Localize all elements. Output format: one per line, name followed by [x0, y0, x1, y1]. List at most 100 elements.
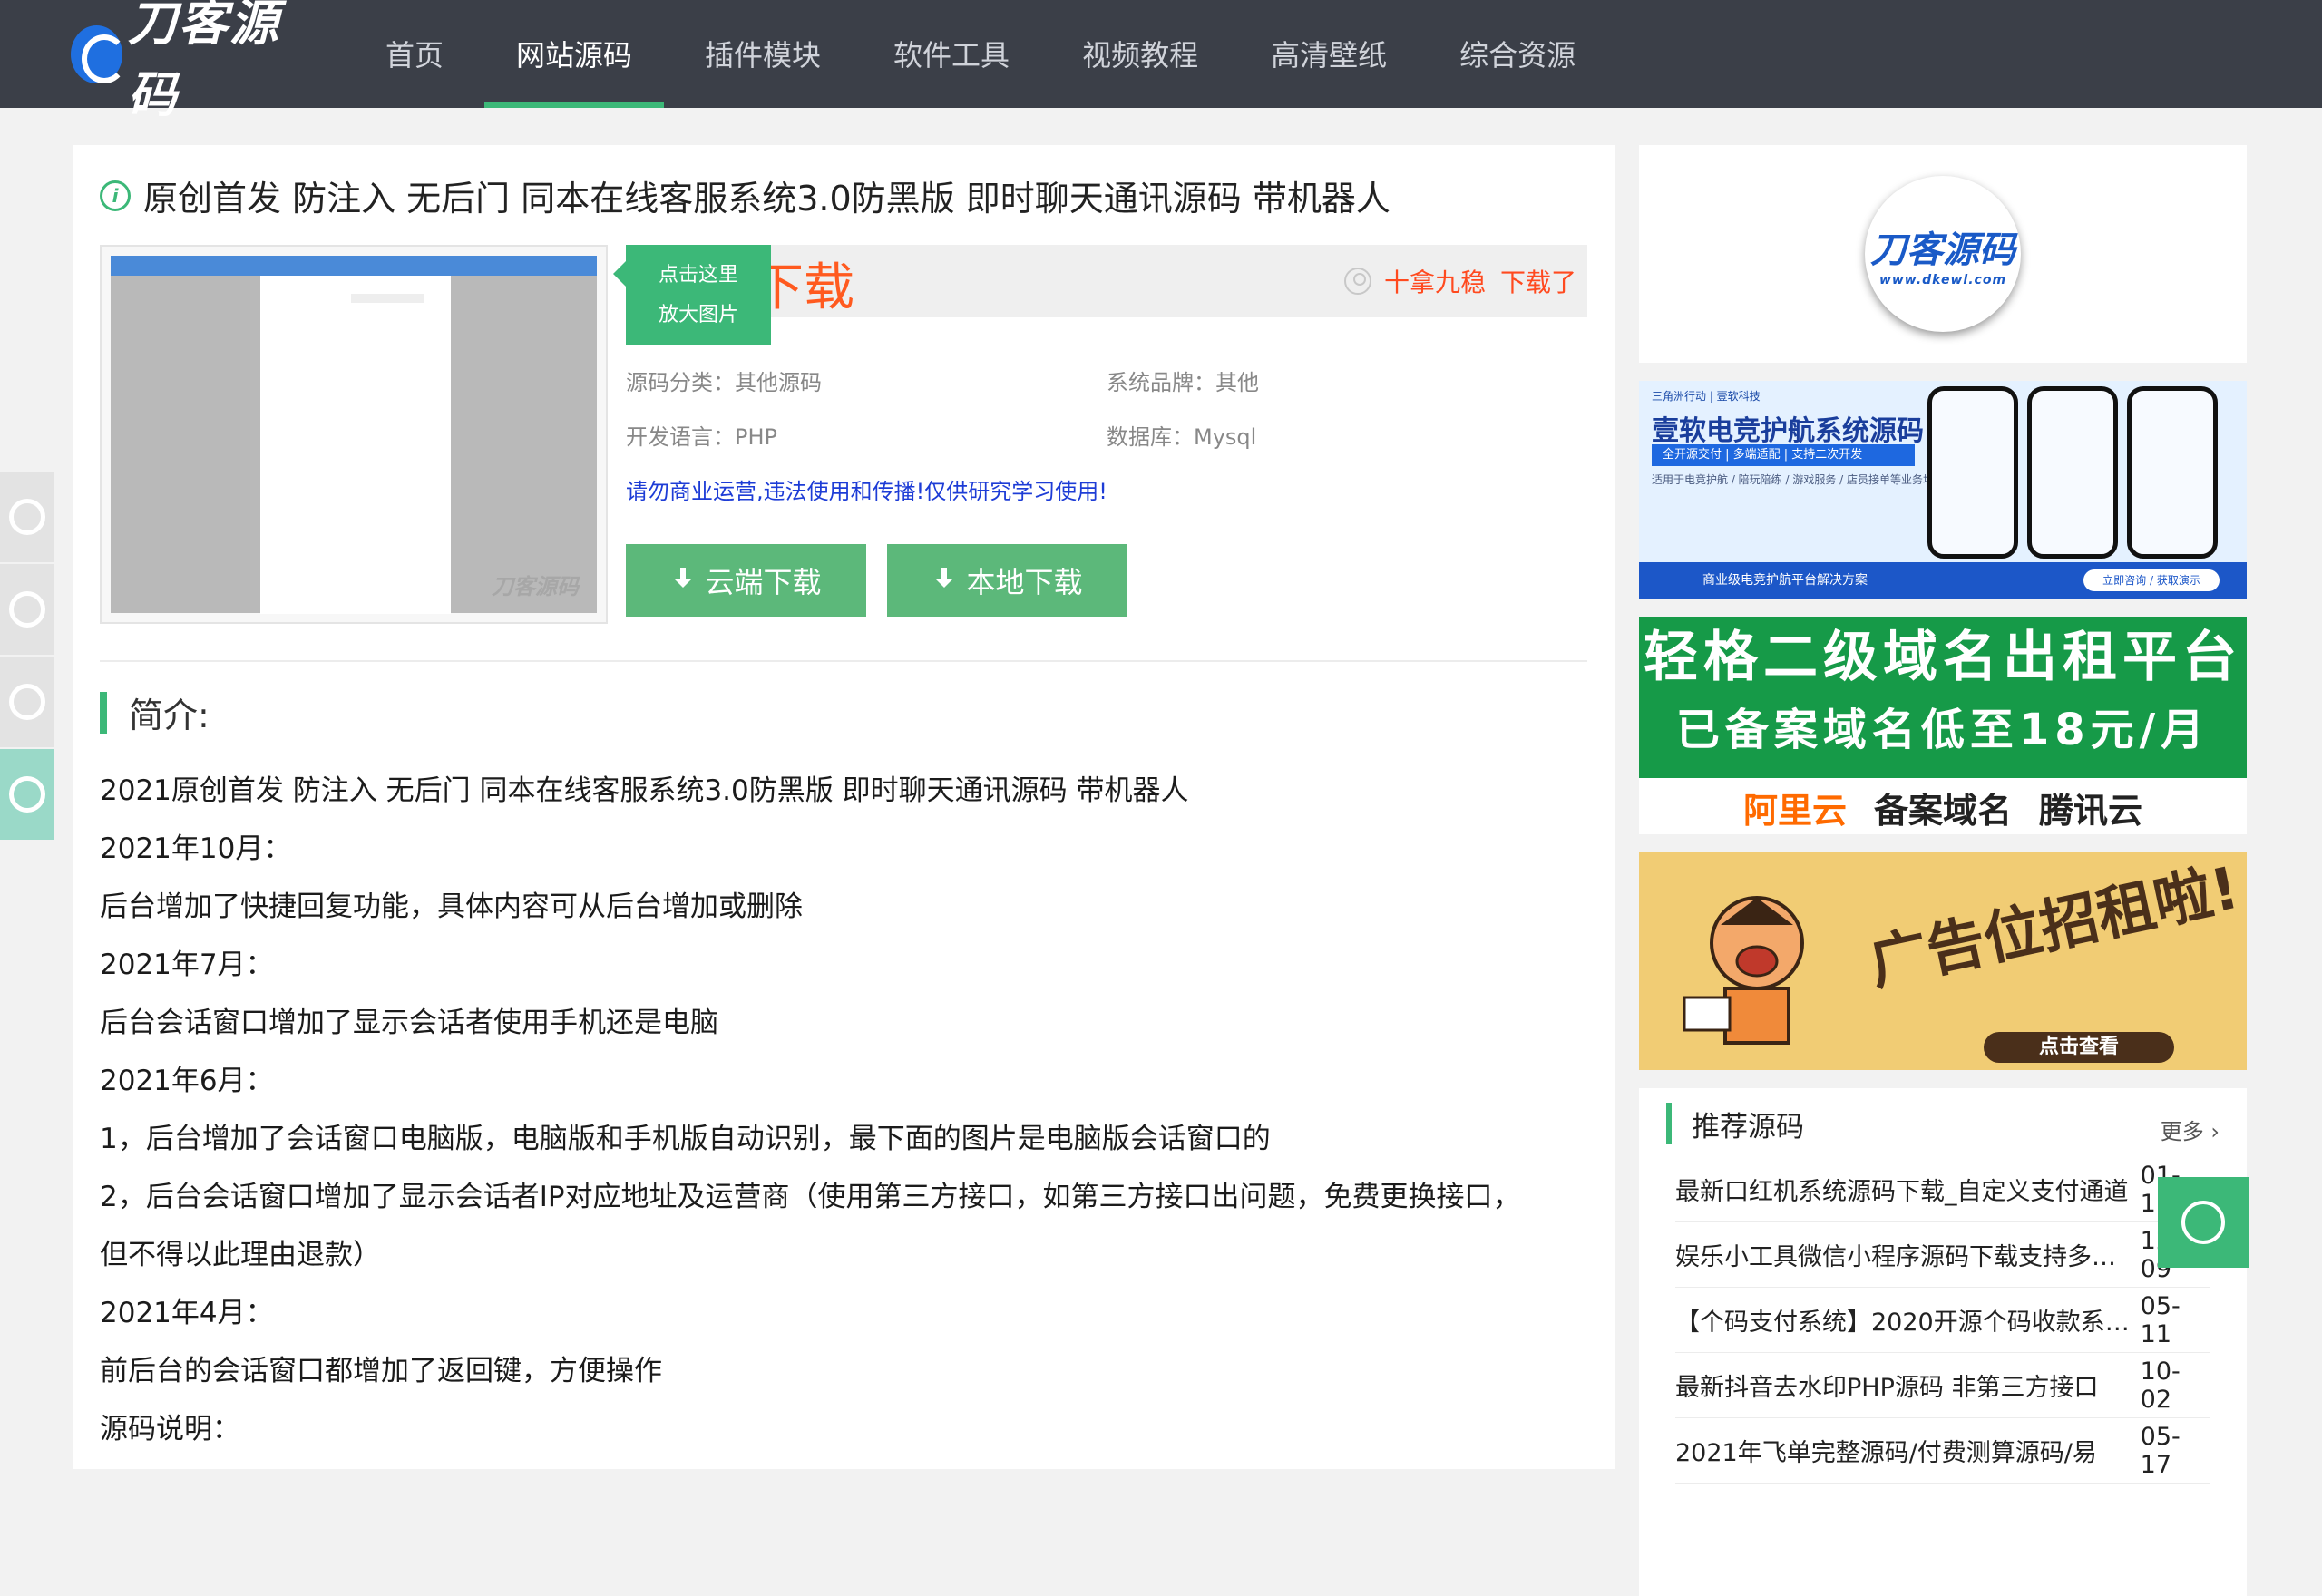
beian-text: 备案域名 [1873, 790, 2012, 831]
ad3-text: 广告位招租啦! [1864, 854, 2245, 999]
ad1-top-text: 三角洲行动 | 壹软科技 [1652, 390, 1761, 403]
logo-mark-icon [71, 25, 127, 83]
body-line: 2021原创首发 防注入 无后门 同本在线客服系统3.0防黑版 即时聊天通讯源码… [100, 774, 1189, 807]
ad2-brands: 阿里云 备案域名 腾讯云 [1639, 780, 2247, 834]
chat-icon [2181, 1201, 2225, 1244]
nav-item-home[interactable]: 首页 [354, 0, 475, 108]
recommended-heading: 推荐源码 [1666, 1103, 1804, 1144]
intro-title: 简介: [129, 696, 210, 735]
nav-item-video[interactable]: 视频教程 [1050, 0, 1230, 108]
preview-chat-panel [260, 276, 451, 614]
article-title: 原创首发 防注入 无后门 同本在线客服系统3.0防黑版 即时聊天通讯源码 带机器… [143, 179, 1390, 219]
meta-brand-label: 系统品牌： [1107, 370, 1215, 395]
article-panel: i 原创首发 防注入 无后门 同本在线客服系统3.0防黑版 即时聊天通讯源码 带… [73, 145, 1615, 1469]
recommended-item-title: 【个码支付系统】2020开源个码收款系统源码 [1675, 1309, 2132, 1337]
online-chat-button[interactable] [2158, 1177, 2249, 1268]
cloud-download-label: 云端下载 [705, 565, 822, 599]
preview-chat-bubble [351, 294, 424, 303]
zoom-tip-line1: 点击这里 [658, 264, 738, 287]
cartoon-figure-image [1683, 896, 1804, 1045]
section-accent-bar [100, 691, 107, 734]
nav-item-software[interactable]: 软件工具 [862, 0, 1041, 108]
recommended-item-date: 05-11 [2140, 1291, 2181, 1348]
intro-heading: 简介: [100, 687, 210, 737]
recommended-item-date: 10-02 [2140, 1357, 2181, 1414]
recommended-item[interactable]: 娱乐小工具微信小程序源码下载支持多种流量主12-09 [1675, 1222, 2210, 1288]
body-line: 后台会话窗口增加了显示会话者使用手机还是电脑 [100, 1007, 718, 1039]
qq-share-button[interactable] [0, 564, 54, 655]
recommended-item[interactable]: 【个码支付系统】2020开源个码收款系统源码 05-11 [1675, 1288, 2210, 1353]
ad-space-for-rent[interactable]: 广告位招租啦! 点击查看 [1639, 852, 2247, 1070]
main-nav: 首页 网站源码 插件模块 软件工具 视频教程 高清壁纸 综合资源 [354, 0, 1616, 108]
body-line: 后台增加了快捷回复功能，具体内容可从后台增加或删除 [100, 890, 803, 923]
wechat-icon [9, 776, 45, 813]
download-icon [670, 568, 696, 593]
usage-warning: 请勿商业运营,违法使用和传播!仅供研究学习使用! [626, 479, 1107, 504]
body-line: 但不得以此理由退款） [100, 1239, 381, 1271]
weibo-share-button[interactable] [0, 472, 54, 562]
local-download-label: 本地下载 [966, 565, 1083, 599]
article-title-row: i 原创首发 防注入 无后门 同本在线客服系统3.0防黑版 即时聊天通讯源码 带… [100, 170, 1390, 220]
weibo-icon [9, 499, 45, 535]
badge-title: 刀客源码 [1870, 229, 2015, 271]
body-line: 源码说明： [100, 1413, 240, 1445]
recommended-title: 推荐源码 [1692, 1110, 1804, 1143]
recent-download-user[interactable]: 十拿九稳 [1384, 263, 1486, 299]
recommended-item[interactable]: 最新抖音去水印PHP源码 非第三方接口 10-02 [1675, 1353, 2210, 1418]
ad-domain-rental[interactable]: 轻格二级域名出租平台 已备案域名低至18元/月 阿里云 备案域名 腾讯云 [1639, 617, 2247, 834]
recommended-item-title: 娱乐小工具微信小程序源码下载支持多种流量主 [1675, 1243, 2132, 1271]
ad-esports-system[interactable]: 三角洲行动 | 壹软科技 壹软电竞护航系统源码 全开源交付 | 多端适配 | 支… [1639, 381, 2247, 598]
ad3-button[interactable]: 点击查看 [1984, 1032, 2174, 1063]
recent-download: 十拿九稳 下载了 [1343, 263, 1576, 299]
local-download-button[interactable]: 本地下载 [887, 544, 1127, 617]
aliyun-logo: 阿里云 [1742, 790, 1847, 831]
top-navigation-bar: 刀客源码 首页 网站源码 插件模块 软件工具 视频教程 高清壁纸 综合资源 [0, 0, 2322, 123]
nav-item-plugins[interactable]: 插件模块 [673, 0, 853, 108]
meta-language: 开发语言：PHP [626, 419, 777, 451]
zoom-tip-line2: 放大图片 [658, 304, 738, 326]
ad1-cta: 立即咨询 / 获取演示 [2083, 569, 2220, 591]
recommended-item-title: 最新抖音去水印PHP源码 非第三方接口 [1675, 1374, 2099, 1402]
qq-icon [9, 591, 45, 628]
user-icon [1343, 268, 1371, 295]
meta-database: 数据库：Mysql [1107, 419, 1256, 451]
body-line: 2021年7月： [100, 949, 274, 981]
thumbnail-watermark: 刀客源码 [492, 574, 579, 599]
recommended-item[interactable]: 最新口红机系统源码下载_自定义支付通道 01-11 [1675, 1157, 2210, 1222]
more-link[interactable]: 更多 › [2161, 1114, 2220, 1145]
body-line: 2021年4月： [100, 1297, 274, 1329]
favorite-button[interactable] [0, 657, 54, 747]
divider [100, 660, 1587, 662]
phone-mockup-image [1927, 386, 2018, 559]
nav-item-website-source[interactable]: 网站源码 [484, 0, 665, 108]
body-line: 1，后台增加了会话窗口电脑版，电脑版和手机版自动识别，最下面的图片是电脑版会话窗… [100, 1123, 1271, 1155]
recommended-item[interactable]: 2021年飞单完整源码/付费测算源码/易 05-17 [1675, 1418, 2210, 1484]
wechat-share-button[interactable] [0, 749, 54, 840]
cloud-download-button[interactable]: 云端下载 [626, 544, 866, 617]
section-accent-bar [1666, 1103, 1672, 1144]
info-icon: i [100, 180, 131, 211]
badge-url: www.dkewl.com [1878, 273, 2007, 287]
nav-item-resources[interactable]: 综合资源 [1428, 0, 1607, 108]
ad1-subtitle: 适用于电竞护航 / 陪玩陪练 / 游戏服务 / 店员接单等业务场景 [1652, 473, 1946, 486]
phone-mockup-image [2127, 386, 2218, 559]
preview-thumbnail[interactable]: 刀客源码 [100, 245, 608, 624]
ad1-title: 壹软电竞护航系统源码 [1652, 415, 1924, 447]
zoom-image-tip[interactable]: 点击这里 放大图片 [613, 245, 771, 345]
body-line: 前后台的会话窗口都增加了返回键，方便操作 [100, 1355, 662, 1387]
meta-language-value: PHP [735, 424, 777, 450]
sidebar-logo-card: 刀客源码 www.dkewl.com [1639, 145, 2247, 363]
body-line: 2，后台会话窗口增加了显示会话者IP对应地址及运营商（使用第三方接口，如第三方接… [100, 1181, 1521, 1213]
meta-language-label: 开发语言： [626, 424, 735, 450]
ad1-pill: 全开源交付 | 多端适配 | 支持二次开发 [1652, 444, 1915, 466]
site-badge-logo[interactable]: 刀客源码 www.dkewl.com [1865, 176, 2021, 332]
site-logo[interactable]: 刀客源码 [71, 0, 308, 123]
meta-category: 源码分类：其他源码 [626, 365, 822, 396]
body-line: 2021年10月： [100, 832, 292, 865]
ad2-banner: 轻格二级域名出租平台 已备案域名低至18元/月 [1639, 617, 2247, 778]
recommended-panel: 推荐源码 更多 › 最新口红机系统源码下载_自定义支付通道 01-11 娱乐小工具… [1639, 1088, 2247, 1596]
meta-database-label: 数据库： [1107, 424, 1194, 450]
nav-item-wallpaper[interactable]: 高清壁纸 [1239, 0, 1419, 108]
favorite-icon [9, 684, 45, 720]
meta-category-label: 源码分类： [626, 370, 735, 395]
